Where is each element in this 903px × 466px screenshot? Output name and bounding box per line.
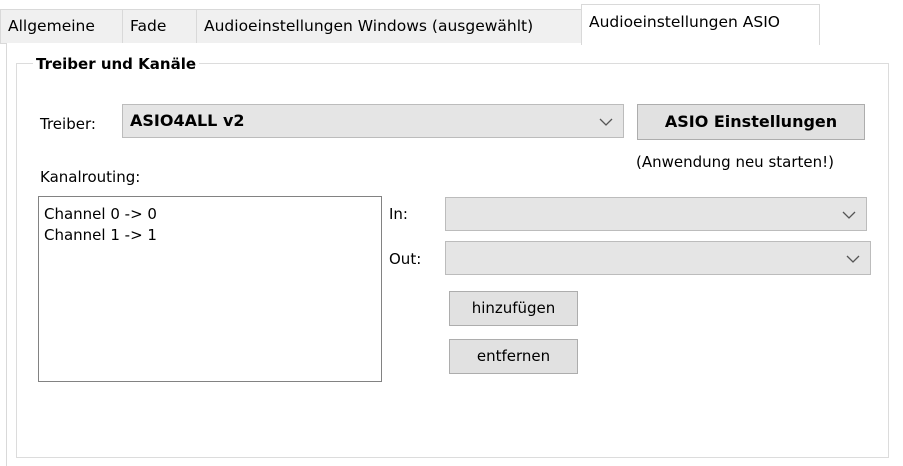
chevron-down-icon [842,211,856,219]
restart-hint: (Anwendung neu starten!) [636,153,834,171]
in-select[interactable] [445,197,867,231]
tab-audio-windows[interactable]: Audioeinstellungen Windows (ausgewählt) [196,9,582,43]
out-select[interactable] [445,241,871,275]
tab-audio-asio[interactable]: Audioeinstellungen ASIO [581,4,820,45]
channel-routing-label: Kanalrouting: [40,168,141,186]
asio-settings-button[interactable]: ASIO Einstellungen [637,104,865,140]
driver-label: Treiber: [40,115,96,133]
chevron-down-icon [846,255,860,263]
remove-route-button[interactable]: entfernen [449,339,578,374]
in-label: In: [389,205,408,223]
chevron-down-icon [599,118,613,126]
channel-routing-list[interactable]: Channel 0 -> 0 Channel 1 -> 1 [38,196,382,382]
group-title: Treiber und Kanäle [33,53,200,75]
tab-strip: Allgemeine Fade Audioeinstellungen Windo… [0,0,903,45]
list-item[interactable]: Channel 0 -> 0 [39,204,381,225]
tab-allgemeine[interactable]: Allgemeine [0,9,123,43]
tab-fade[interactable]: Fade [122,9,197,43]
out-label: Out: [389,250,422,268]
list-item[interactable]: Channel 1 -> 1 [39,225,381,246]
add-route-button[interactable]: hinzufügen [449,291,578,326]
driver-select-value: ASIO4ALL v2 [130,111,245,130]
driver-select[interactable]: ASIO4ALL v2 [122,104,624,138]
